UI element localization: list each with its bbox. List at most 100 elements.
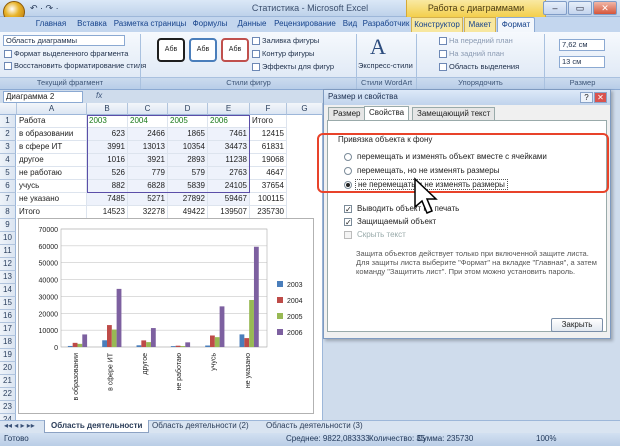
table-cell[interactable]: 882 [87, 180, 128, 193]
maximize-button[interactable]: ▭ [568, 1, 592, 15]
sheet-tab-1[interactable]: Область деятельности [44, 420, 150, 433]
column-header[interactable]: D [168, 103, 208, 115]
table-cell[interactable]: другое [17, 154, 87, 167]
row-header[interactable]: 14 [0, 284, 16, 297]
table-cell[interactable]: 623 [87, 128, 128, 141]
wordart-letter-icon[interactable]: A [370, 34, 386, 60]
selection-pane-button[interactable]: Область выделения [439, 62, 519, 72]
column-header[interactable]: B [87, 103, 128, 115]
select-all-corner[interactable] [0, 103, 17, 115]
column-header[interactable]: C [128, 103, 168, 115]
radio-no-move-no-size[interactable] [344, 181, 352, 189]
table-cell[interactable]: 13013 [128, 141, 168, 154]
zoom-level[interactable]: 100% [536, 433, 556, 445]
table-cell[interactable]: 2003 [87, 115, 128, 128]
shape-effects-button[interactable]: Эффекты для фигур [252, 62, 334, 72]
table-cell[interactable]: Работа [17, 115, 87, 128]
quick-access-toolbar[interactable]: ↶ · ↷ · [30, 3, 59, 15]
row-header[interactable]: 16 [0, 310, 16, 323]
table-cell[interactable]: 6828 [128, 180, 168, 193]
sheet-nav-arrows-icon[interactable]: ◂◂ ◂ ▸ ▸▸ [4, 421, 35, 430]
table-cell[interactable]: 7461 [208, 128, 250, 141]
table-cell[interactable]: 5271 [128, 193, 168, 206]
shape-height-input[interactable]: 7,62 см [559, 39, 605, 51]
table-cell[interactable]: 2466 [128, 128, 168, 141]
tab-view[interactable]: Вид [339, 17, 361, 32]
table-cell[interactable]: 1865 [168, 128, 208, 141]
shape-width-input[interactable]: 13 см [559, 56, 605, 68]
table-cell[interactable]: 7485 [87, 193, 128, 206]
radio-move-no-size[interactable] [344, 167, 352, 175]
checkbox-locked[interactable]: ✓ [344, 218, 352, 227]
row-header[interactable]: 9 [0, 219, 16, 232]
row-header[interactable]: 4 [0, 154, 16, 167]
chart-element-dropdown[interactable]: Область диаграммы [3, 35, 125, 46]
table-cell[interactable]: 24105 [208, 180, 250, 193]
table-cell[interactable]: 2005 [168, 115, 208, 128]
shape-style-dark[interactable]: Абв [157, 38, 185, 62]
row-header[interactable]: 10 [0, 232, 16, 245]
table-cell[interactable]: 59467 [208, 193, 250, 206]
row-header[interactable]: 12 [0, 258, 16, 271]
table-cell[interactable]: 11238 [208, 154, 250, 167]
row-header[interactable]: 11 [0, 245, 16, 258]
chart-area[interactable]: 70000 60000 50000 40000 30000 20000 10000 0 в об… [18, 218, 314, 414]
row-header[interactable]: 20 [0, 362, 16, 375]
table-cell[interactable]: не работаю [17, 167, 87, 180]
table-cell[interactable]: 100115 [250, 193, 287, 206]
row-header[interactable]: 19 [0, 349, 16, 362]
table-cell[interactable]: 2893 [168, 154, 208, 167]
table-cell[interactable]: не указано [17, 193, 87, 206]
tab-design[interactable]: Конструктор [411, 17, 463, 32]
reset-style-button[interactable]: Восстановить форматирование стиля [4, 61, 146, 71]
row-header[interactable]: 3 [0, 141, 16, 154]
table-cell[interactable]: 27892 [168, 193, 208, 206]
table-cell[interactable]: 37654 [250, 180, 287, 193]
name-box[interactable]: Диаграмма 2 [3, 91, 83, 103]
column-header[interactable]: G [287, 103, 323, 115]
row-header[interactable]: 23 [0, 401, 16, 414]
column-header[interactable]: A [17, 103, 87, 115]
table-cell[interactable]: 779 [128, 167, 168, 180]
shape-style-red[interactable]: Абв [221, 38, 249, 62]
table-cell[interactable]: 12415 [250, 128, 287, 141]
tab-formulas[interactable]: Формулы [188, 17, 232, 32]
tab-home[interactable]: Главная [32, 17, 70, 32]
table-cell[interactable]: 526 [87, 167, 128, 180]
table-cell[interactable]: 2006 [208, 115, 250, 128]
fx-icon[interactable]: fx [96, 91, 104, 103]
radio-move-and-size[interactable] [344, 153, 352, 161]
table-cell[interactable]: 2763 [208, 167, 250, 180]
tab-properties[interactable]: Свойства [364, 106, 410, 120]
checkbox-print-object[interactable]: ✓ [344, 205, 352, 214]
row-header[interactable]: 6 [0, 180, 16, 193]
tab-format[interactable]: Формат [497, 17, 535, 32]
close-window-button[interactable]: ✕ [593, 1, 617, 15]
table-cell[interactable]: 579 [168, 167, 208, 180]
tab-page-layout[interactable]: Разметка страницы [113, 17, 187, 32]
tab-insert[interactable]: Вставка [72, 17, 112, 32]
send-to-back-button[interactable]: На задний план [439, 49, 504, 59]
table-cell[interactable]: 34473 [208, 141, 250, 154]
row-header[interactable]: 1 [0, 115, 16, 128]
table-cell[interactable]: 3991 [87, 141, 128, 154]
table-cell[interactable]: 19068 [250, 154, 287, 167]
row-header[interactable]: 18 [0, 336, 16, 349]
shape-fill-button[interactable]: Заливка фигуры [252, 36, 319, 46]
tab-layout[interactable]: Макет [464, 17, 496, 32]
table-cell[interactable]: в сфере ИТ [17, 141, 87, 154]
table-cell[interactable]: в образовании [17, 128, 87, 141]
column-header[interactable]: E [208, 103, 250, 115]
dialog-close-button[interactable]: Закрыть [551, 318, 603, 332]
table-cell[interactable]: 10354 [168, 141, 208, 154]
row-header[interactable]: 21 [0, 375, 16, 388]
sheet-tab-2[interactable]: Область деятельности (2) [146, 420, 255, 433]
table-cell[interactable]: 5839 [168, 180, 208, 193]
row-header[interactable]: 17 [0, 323, 16, 336]
quick-styles-button[interactable]: Экспресс-стили [358, 61, 413, 70]
row-header[interactable]: 7 [0, 193, 16, 206]
tab-review[interactable]: Рецензирование [272, 17, 338, 32]
tab-size[interactable]: Размер [328, 107, 366, 120]
sheet-tab-3[interactable]: Область деятельности (3) [260, 420, 369, 433]
minimize-button[interactable]: – [543, 1, 567, 15]
